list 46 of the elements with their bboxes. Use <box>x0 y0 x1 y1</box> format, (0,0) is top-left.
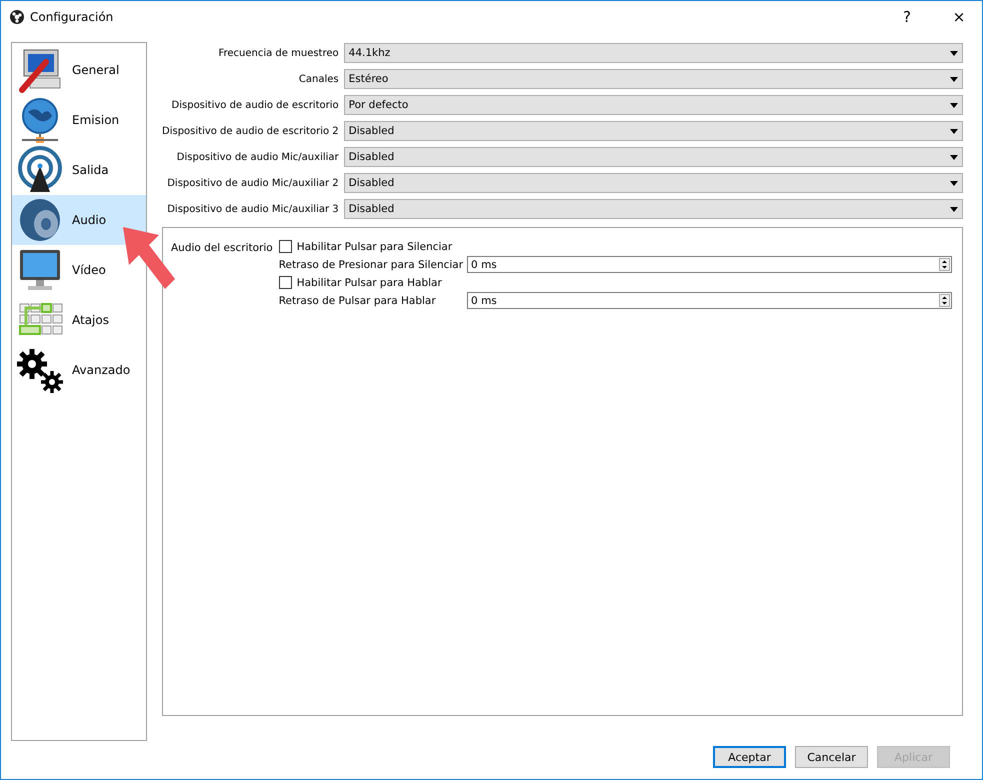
dropdown[interactable]: Disabled <box>344 121 963 141</box>
caret-icon <box>950 180 958 186</box>
field-label: Dispositivo de audio Mic/auxiliar 3 <box>166 204 339 214</box>
app-logo-icon <box>10 10 24 24</box>
caret-icon <box>950 206 958 212</box>
caret-icon <box>950 50 958 56</box>
caret-icon <box>950 154 958 160</box>
field-label: Canales <box>298 74 339 84</box>
spin-arrows-icon <box>939 258 950 271</box>
field-label: Dispositivo de audio de escritorio 2 <box>162 126 339 136</box>
dialog-button[interactable]: Aceptar <box>713 746 786 768</box>
field-label: Dispositivo de audio Mic/auxiliar 2 <box>166 178 339 188</box>
spin-arrows-icon <box>939 294 950 307</box>
dropdown[interactable]: Disabled <box>344 173 963 193</box>
checkbox[interactable] <box>278 276 292 289</box>
close-button[interactable]: × <box>936 2 982 32</box>
dropdown[interactable]: Disabled <box>344 199 963 219</box>
caret-icon <box>950 76 958 82</box>
checkbox[interactable] <box>278 240 292 253</box>
sidebar-item[interactable]: Salida <box>12 145 146 195</box>
antenna-icon <box>16 146 64 194</box>
field-label: Retraso de Presionar para Silenciar <box>278 258 464 270</box>
field-label: Retraso de Pulsar para Hablar <box>278 294 437 306</box>
dropdown[interactable]: Estéreo <box>344 69 963 89</box>
gears-icon <box>16 346 64 394</box>
field-label: Dispositivo de audio de escritorio <box>170 100 339 110</box>
field-label: Frecuencia de muestreo <box>217 48 339 58</box>
spin-box[interactable]: 0 ms <box>467 292 952 309</box>
group-label: Audio del escritorio <box>171 242 273 254</box>
sidebar-item[interactable]: Atajos <box>12 295 146 345</box>
sidebar-item[interactable]: General <box>12 45 146 95</box>
checkbox-label: Habilitar Pulsar para Silenciar <box>296 240 452 252</box>
dialog-button[interactable]: Cancelar <box>795 746 868 768</box>
dropdown[interactable]: Disabled <box>344 147 963 167</box>
sidebar-item[interactable]: Emision <box>12 95 146 145</box>
caret-icon <box>950 102 958 108</box>
dropdown[interactable]: Por defecto <box>344 95 963 115</box>
window-title: Configuración <box>30 10 114 24</box>
caret-icon <box>950 128 958 134</box>
dropdown[interactable]: 44.1khz <box>344 43 963 63</box>
field-label: Dispositivo de audio Mic/auxiliar <box>176 152 339 162</box>
checkbox-label: Habilitar Pulsar para Hablar <box>296 276 442 288</box>
spin-box[interactable]: 0 ms <box>467 256 952 273</box>
sidebar-item[interactable]: Audio <box>12 195 146 245</box>
sidebar-item[interactable]: Avanzado <box>12 345 146 395</box>
help-button[interactable]: ? <box>884 2 930 32</box>
